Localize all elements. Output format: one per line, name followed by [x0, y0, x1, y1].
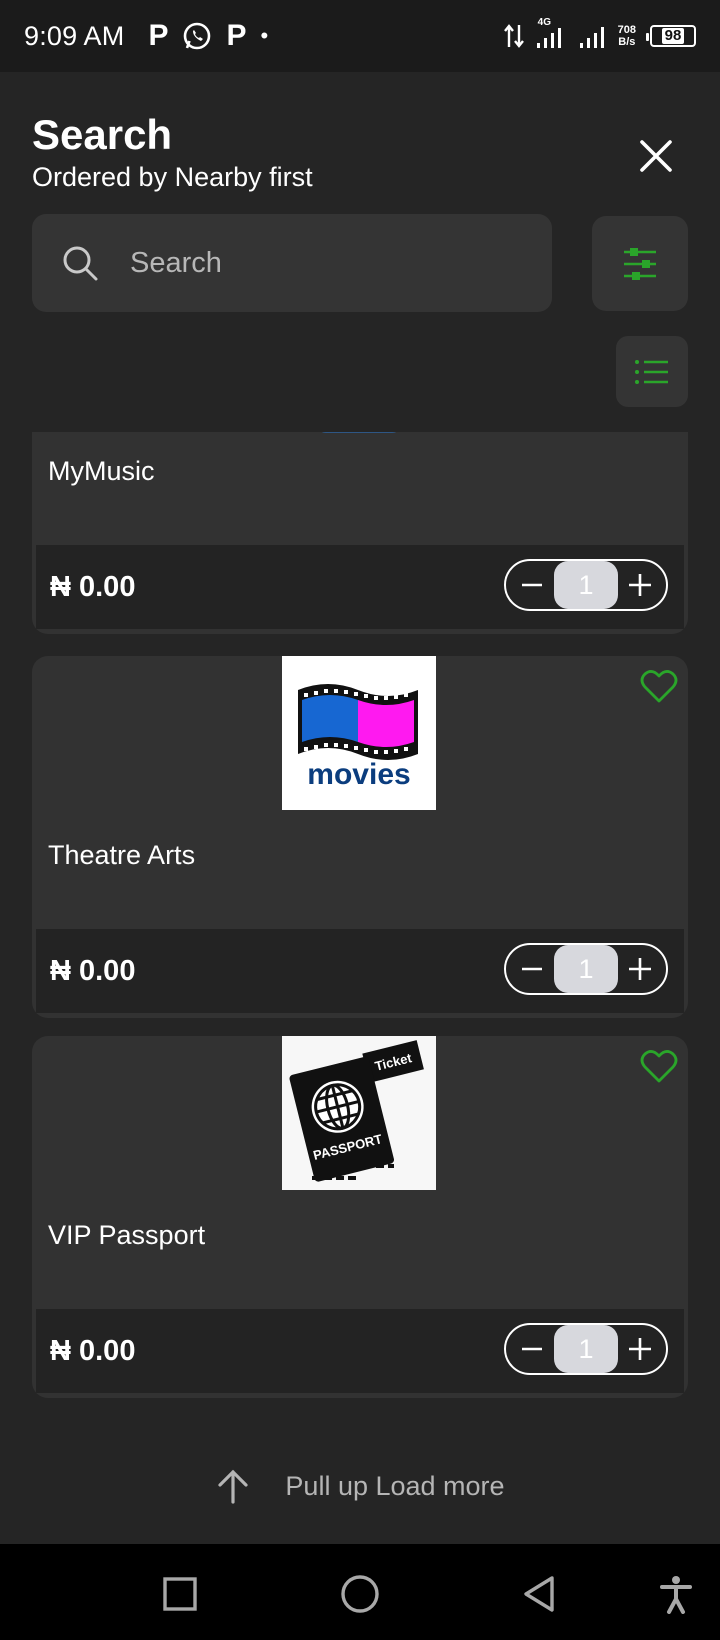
p-app-icon-2: P [226, 19, 247, 52]
decrement-button[interactable] [514, 951, 550, 987]
plus-icon [629, 958, 651, 980]
minus-icon [522, 967, 542, 971]
search-icon [63, 246, 98, 281]
quantity-stepper[interactable]: 1 [504, 559, 668, 611]
more-notifications-dot: • [260, 23, 269, 48]
product-footer: ₦ 0.00 1 [36, 545, 684, 629]
search-input[interactable] [130, 246, 490, 280]
quantity-value[interactable]: 1 [554, 561, 618, 609]
product-list[interactable]: MyMusic ₦ 0.00 1 movies Theatre Arts ₦ 0… [0, 432, 720, 1444]
back-icon[interactable] [520, 1574, 560, 1614]
product-card[interactable]: movies Theatre Arts ₦ 0.00 1 [32, 656, 688, 1018]
product-footer: ₦ 0.00 1 [36, 1309, 684, 1393]
plus-icon [629, 574, 651, 596]
net-speed: 708 B/s [617, 24, 636, 48]
decrement-button[interactable] [514, 1331, 550, 1367]
status-bar: 9:09 AM P P • 4G 708 B/s 98 [0, 0, 720, 72]
battery-icon: 98 [646, 25, 696, 47]
heart-icon[interactable] [640, 668, 678, 706]
signal-icon [579, 27, 604, 48]
minus-icon [522, 583, 542, 587]
search-bar[interactable] [32, 214, 552, 312]
data-transfer-icon [503, 24, 524, 48]
product-price: ₦ 0.00 [50, 954, 136, 987]
status-right: 4G 708 B/s 98 [503, 17, 696, 51]
product-card[interactable]: Ticket PASSPORT VIP Passport ₦ 0.00 1 [32, 1036, 688, 1398]
product-footer: ₦ 0.00 1 [36, 929, 684, 1013]
notification-icons: P P • [148, 19, 268, 53]
quantity-value[interactable]: 1 [554, 945, 618, 993]
music-app-icon [321, 432, 397, 433]
increment-button[interactable] [622, 951, 658, 987]
page-title: Search [32, 111, 173, 158]
home-icon[interactable] [340, 1574, 380, 1614]
product-card[interactable]: MyMusic ₦ 0.00 1 [32, 432, 688, 634]
system-nav-bar [0, 1544, 720, 1640]
status-time: 9:09 AM [24, 20, 125, 51]
list-icon [635, 359, 668, 384]
plus-icon [629, 1338, 651, 1360]
increment-button[interactable] [622, 567, 658, 603]
sliders-icon [624, 247, 656, 280]
list-view-button[interactable] [616, 336, 688, 407]
load-more-label: Pull up Load more [285, 1470, 505, 1501]
movies-logo-text: movies [307, 758, 410, 791]
minus-icon [522, 1347, 542, 1351]
filter-button[interactable] [592, 216, 688, 311]
product-name: VIP Passport [48, 1220, 206, 1250]
recent-apps-icon[interactable] [160, 1574, 200, 1614]
quantity-value[interactable]: 1 [554, 1325, 618, 1373]
product-name: Theatre Arts [48, 840, 196, 870]
heart-icon[interactable] [640, 1048, 678, 1086]
passport-ticket-icon: Ticket PASSPORT [289, 1040, 424, 1182]
signal-4g-icon: 4G [534, 17, 568, 51]
increment-button[interactable] [622, 1331, 658, 1367]
quantity-stepper[interactable]: 1 [504, 943, 668, 995]
product-price: ₦ 0.00 [50, 570, 136, 603]
page-header: Search Ordered by Nearby first [32, 112, 313, 194]
sort-order-label: Ordered by Nearby first [32, 162, 313, 192]
decrement-button[interactable] [514, 567, 550, 603]
movies-film-strip-icon: movies [298, 684, 418, 791]
accessibility-icon[interactable] [656, 1574, 696, 1614]
load-more-indicator[interactable]: Pull up Load more [0, 1456, 720, 1516]
whatsapp-icon [184, 22, 211, 50]
arrow-up-icon [218, 1469, 249, 1504]
quantity-stepper[interactable]: 1 [504, 1323, 668, 1375]
product-image: movies [282, 656, 436, 810]
p-app-icon: P [148, 19, 169, 52]
product-image: Ticket PASSPORT [282, 1036, 436, 1190]
product-price: ₦ 0.00 [50, 1334, 136, 1367]
close-icon[interactable] [636, 136, 676, 176]
product-name: MyMusic [48, 456, 155, 486]
